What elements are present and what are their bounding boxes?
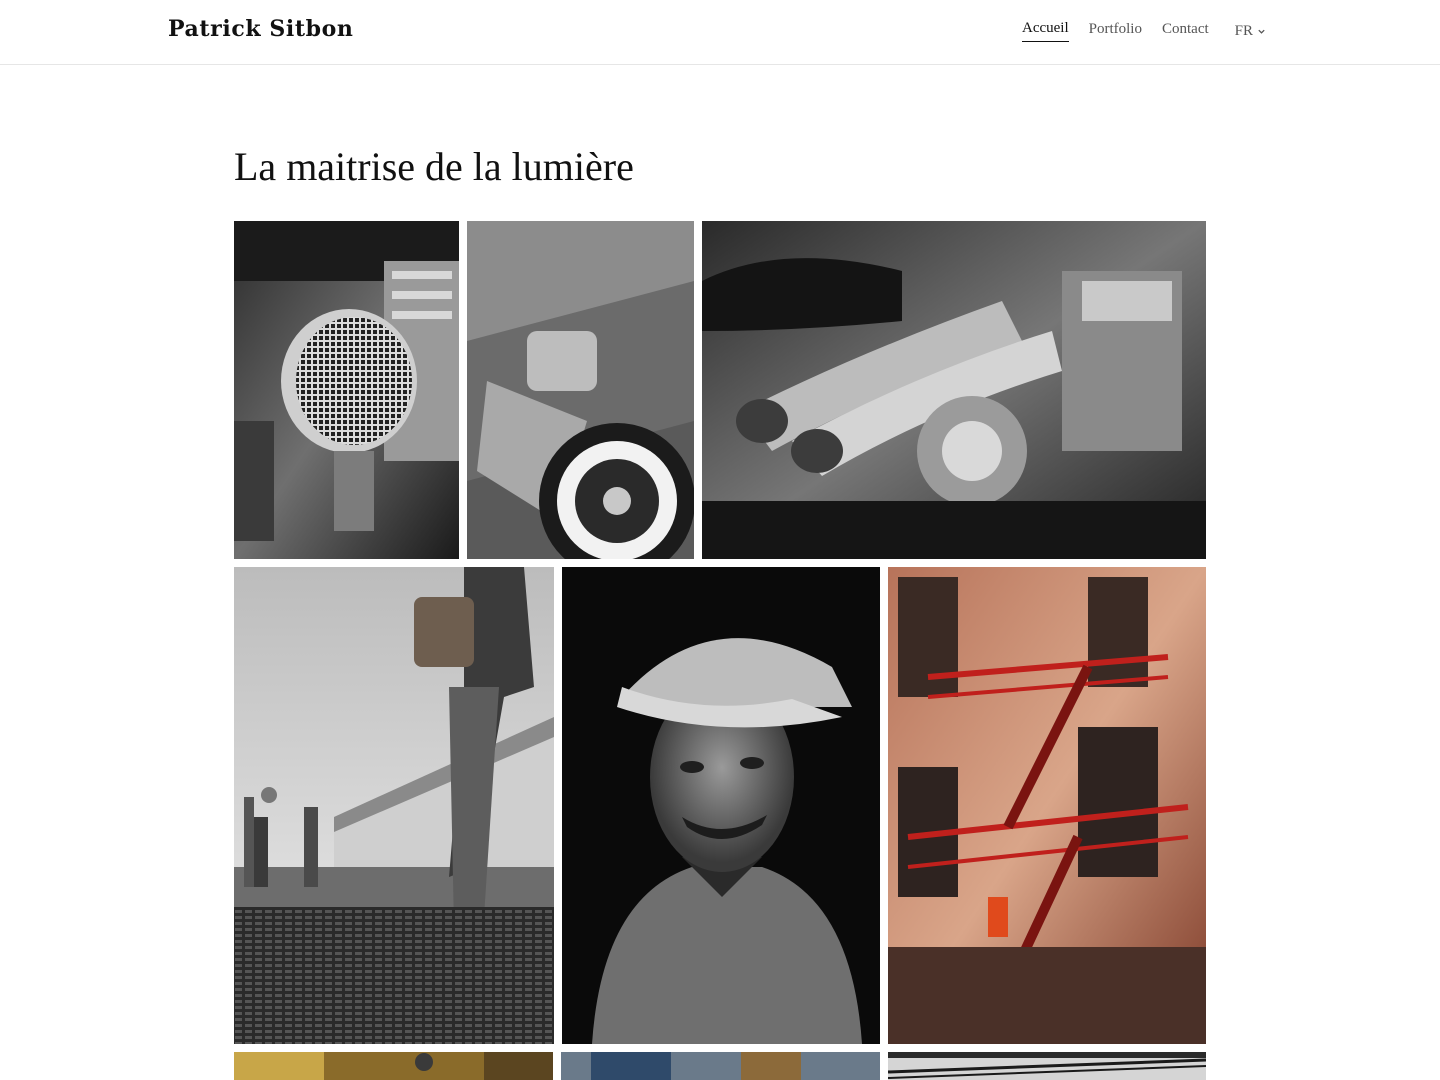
site-brand-link[interactable]: Patrick Sitbon [168,16,353,42]
gallery-photo-hotrod-wheel[interactable] [467,221,694,559]
photo-image [234,567,554,1044]
nav-item-accueil[interactable]: Accueil [1022,20,1069,42]
page-title: La maitrise de la lumière [234,144,634,189]
gallery-photo-colour-scene[interactable] [561,1052,880,1080]
gallery-photo-air-filter[interactable] [234,221,459,559]
chevron-down-icon [1258,29,1265,34]
gallery-photo-street-scene[interactable] [234,567,554,1044]
gallery-photo-motorcycle-engine[interactable] [702,221,1206,559]
photo-image [888,567,1206,1044]
photo-image [467,221,694,559]
gallery-photo-door-handle[interactable] [234,1052,553,1080]
photo-image [561,1052,880,1080]
gallery-photo-bw-building[interactable] [888,1052,1206,1080]
gallery-photo-portrait-man-cap[interactable] [562,567,880,1044]
nav-item-portfolio[interactable]: Portfolio [1089,21,1142,42]
photo-image [234,221,459,559]
gallery-photo-fire-escape[interactable] [888,567,1206,1044]
photo-image [234,1052,553,1080]
site-header: Patrick Sitbon Accueil Portfolio Contact… [0,0,1440,65]
language-label: FR [1234,22,1253,39]
photo-image [562,567,880,1044]
main-nav: Accueil Portfolio Contact FR [1022,20,1266,42]
language-selector[interactable]: FR [1235,23,1266,40]
nav-item-contact[interactable]: Contact [1162,21,1209,42]
photo-image [702,221,1206,559]
photo-image [888,1052,1206,1080]
